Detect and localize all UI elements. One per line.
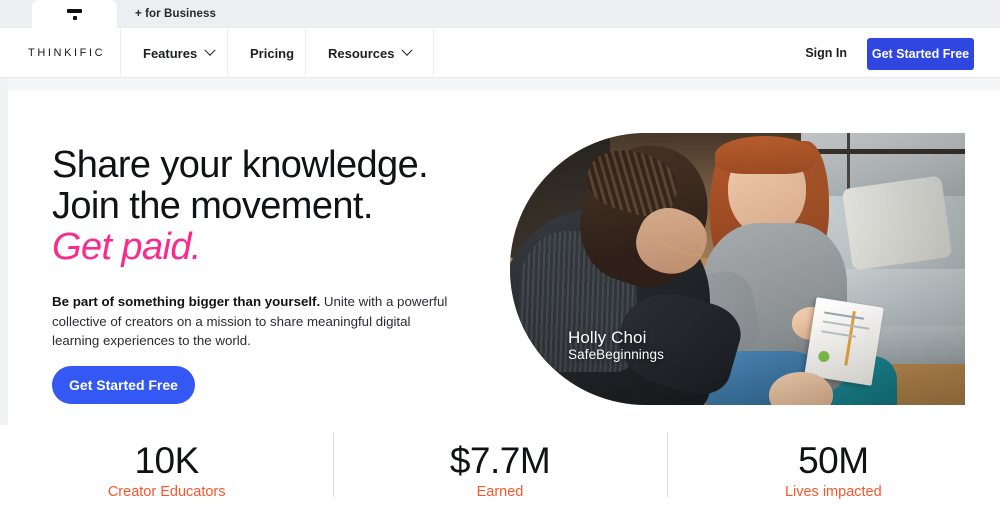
- nav-item-label: Features: [143, 45, 198, 61]
- site-navbar: THINKIFIC Features Pricing Resources Sig…: [0, 28, 1000, 78]
- hero-copy: Share your knowledge. Join the movement.…: [52, 145, 482, 351]
- stats-band: 10K Creator Educators $7.7M Earned 50M L…: [0, 425, 1000, 516]
- tab-strip-gutter: [0, 0, 32, 28]
- hero-get-started-free-button[interactable]: Get Started Free: [52, 366, 195, 404]
- stat-earned: $7.7M Earned: [333, 425, 666, 500]
- stat-value: $7.7M: [449, 440, 551, 481]
- hero-headline-accent: Get paid.: [52, 226, 201, 268]
- hero-section: Share your knowledge. Join the movement.…: [0, 78, 1000, 425]
- nav-item-pricing[interactable]: Pricing: [227, 28, 316, 78]
- hero-photo-caption-org: SafeBeginnings: [568, 346, 664, 362]
- stat-lives-impacted: 50M Lives impacted: [666, 425, 1000, 500]
- browser-tab-strip: + for Business: [0, 0, 1000, 28]
- browser-tab-thinkific[interactable]: [32, 0, 117, 28]
- nav-item-features[interactable]: Features: [120, 28, 236, 78]
- hero-subcopy-bold: Be part of something bigger than yoursel…: [52, 294, 321, 309]
- hero-subcopy: Be part of something bigger than yoursel…: [52, 292, 460, 351]
- navbar-get-started-free-button[interactable]: Get Started Free: [867, 38, 974, 70]
- sign-in-link[interactable]: Sign In: [805, 28, 847, 78]
- hero-photo-caption: Holly Choi SafeBeginnings: [568, 328, 664, 362]
- hero-headline-line2: Join the movement.: [52, 185, 373, 227]
- stat-label: Earned: [476, 484, 524, 500]
- browser-tab-label: + for Business: [135, 8, 216, 20]
- chevron-down-icon: [401, 44, 414, 56]
- hero-left-rail: [0, 78, 8, 425]
- thinkific-favicon-icon: [67, 7, 82, 22]
- nav-item-resources[interactable]: Resources: [305, 28, 435, 78]
- stat-label: Creator Educators: [107, 484, 226, 500]
- hero-headline: Share your knowledge. Join the movement.…: [52, 145, 482, 268]
- stat-label: Lives impacted: [784, 484, 882, 500]
- hero-photo: Holly Choi SafeBeginnings: [510, 133, 965, 405]
- stat-value: 10K: [134, 440, 199, 481]
- hero-photo-caption-name: Holly Choi: [568, 327, 647, 347]
- thinkific-logo[interactable]: THINKIFIC: [28, 28, 105, 78]
- stat-value: 50M: [798, 440, 869, 481]
- browser-tab-for-business[interactable]: + for Business: [117, 0, 232, 28]
- stat-creator-educators: 10K Creator Educators: [0, 425, 333, 500]
- hero-headline-line1: Share your knowledge.: [52, 144, 429, 186]
- page-root: + for Business THINKIFIC Features Pricin…: [0, 0, 1000, 516]
- chevron-down-icon: [204, 44, 216, 56]
- nav-item-label: Pricing: [250, 45, 295, 61]
- hero-photo-illustration: [510, 133, 965, 405]
- nav-item-label: Resources: [328, 45, 395, 61]
